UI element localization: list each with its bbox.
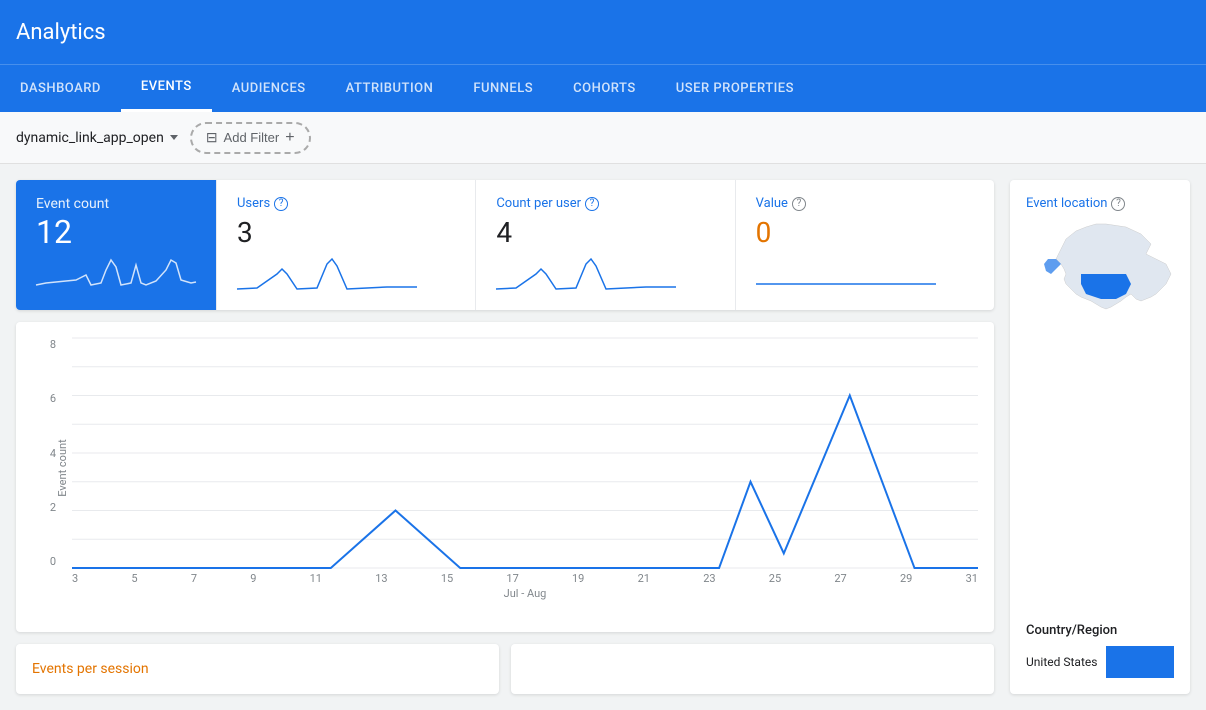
- x-label-7: 7: [191, 572, 197, 585]
- main-content: Event count 12 Users ? 3: [0, 164, 1206, 710]
- users-help-icon[interactable]: ?: [274, 197, 288, 211]
- x-label-19: 19: [572, 572, 584, 585]
- add-filter-label: Add Filter: [224, 130, 280, 145]
- stats-card: Event count 12 Users ? 3: [16, 180, 994, 310]
- event-count-value: 12: [36, 216, 196, 248]
- add-filter-button[interactable]: ⊟ Add Filter +: [190, 122, 311, 154]
- country-name-us: United States: [1026, 655, 1106, 669]
- nav-item-cohorts[interactable]: COHORTS: [553, 64, 656, 112]
- y-label-8: 8: [50, 338, 56, 351]
- filter-icon: ⊟: [206, 129, 218, 146]
- x-label-23: 23: [703, 572, 715, 585]
- x-axis-labels: 3 5 7 9 11 13 15 17 19 21 23 25 27 29: [72, 568, 978, 585]
- value-sparkline-svg: [756, 254, 936, 294]
- x-label-21: 21: [638, 572, 650, 585]
- x-label-31: 31: [966, 572, 978, 585]
- bottom-row: Events per session: [16, 644, 994, 694]
- event-location-title: Event location: [1026, 196, 1107, 211]
- x-label-27: 27: [834, 572, 846, 585]
- x-label-15: 15: [441, 572, 453, 585]
- map-area: [1026, 219, 1174, 615]
- x-label-25: 25: [769, 572, 781, 585]
- users-box: Users ? 3: [216, 180, 475, 310]
- nav-item-funnels[interactable]: FUNNELS: [453, 64, 553, 112]
- value-value: 0: [756, 216, 974, 249]
- nav-item-audiences[interactable]: AUDIENCES: [212, 64, 326, 112]
- y-axis: 8 6 4 2 0: [32, 338, 62, 568]
- events-per-session-label: Events per session: [32, 661, 149, 677]
- value-label: Value: [756, 196, 788, 211]
- event-count-sparkline: [36, 255, 196, 294]
- users-value: 3: [237, 216, 455, 249]
- count-per-user-sparkline-svg: [496, 254, 676, 294]
- users-label-row: Users ?: [237, 196, 455, 211]
- event-dropdown[interactable]: dynamic_link_app_open: [16, 130, 178, 146]
- count-per-user-help-icon[interactable]: ?: [585, 197, 599, 211]
- count-per-user-sparkline: [496, 254, 714, 294]
- events-per-session-card: Events per session: [16, 644, 499, 694]
- filter-bar: dynamic_link_app_open ⊟ Add Filter +: [0, 112, 1206, 164]
- count-per-user-label-row: Count per user ?: [496, 196, 714, 211]
- sparkline-svg: [36, 255, 196, 290]
- event-count-box: Event count 12: [16, 180, 216, 310]
- country-region-label: Country/Region: [1026, 623, 1174, 638]
- x-label-29: 29: [900, 572, 912, 585]
- app-title: Analytics: [16, 20, 106, 45]
- value-box: Value ? 0: [735, 180, 994, 310]
- y-label-0: 0: [50, 555, 56, 568]
- nav-item-events[interactable]: EVENTS: [121, 64, 212, 112]
- value-help-icon[interactable]: ?: [792, 197, 806, 211]
- right-panel: Event location ? Country/Region United S…: [1010, 180, 1190, 694]
- x-label-5: 5: [131, 572, 137, 585]
- event-dropdown-value: dynamic_link_app_open: [16, 130, 164, 146]
- x-label-3: 3: [72, 572, 78, 585]
- country-bar-row: United States: [1026, 646, 1174, 678]
- y-label-6: 6: [50, 392, 56, 405]
- x-label-13: 13: [375, 572, 387, 585]
- users-sparkline-svg: [237, 254, 417, 294]
- add-filter-plus-icon: +: [285, 129, 294, 147]
- event-count-label: Event count: [36, 196, 196, 212]
- value-sparkline: [756, 254, 974, 294]
- chart-area: [72, 338, 978, 568]
- count-per-user-label: Count per user: [496, 196, 581, 211]
- y-label-2: 2: [50, 501, 56, 514]
- chart-wrapper: Event count 8 6 4 2 0: [32, 338, 978, 598]
- dropdown-arrow-icon: [170, 135, 178, 140]
- nav-item-user-properties[interactable]: USER PROPERTIES: [656, 64, 814, 112]
- main-nav: DASHBOARD EVENTS AUDIENCES ATTRIBUTION F…: [0, 64, 1206, 112]
- nav-item-dashboard[interactable]: DASHBOARD: [0, 64, 121, 112]
- count-per-user-box: Count per user ? 4: [475, 180, 734, 310]
- event-location-help-icon[interactable]: ?: [1111, 197, 1125, 211]
- bottom-card-2: [511, 644, 994, 694]
- chart-card: Event count 8 6 4 2 0: [16, 322, 994, 632]
- count-per-user-value: 4: [496, 216, 714, 249]
- app-header: Analytics: [0, 0, 1206, 64]
- event-location-title-row: Event location ?: [1026, 196, 1174, 211]
- map-svg: [1026, 219, 1174, 339]
- x-label-9: 9: [250, 572, 256, 585]
- users-sparkline: [237, 254, 455, 294]
- x-label-17: 17: [506, 572, 518, 585]
- stats-row: Event count 12 Users ? 3: [16, 180, 994, 310]
- users-label: Users: [237, 196, 270, 211]
- value-label-row: Value ?: [756, 196, 974, 211]
- y-label-4: 4: [50, 447, 56, 460]
- us-bar: [1106, 646, 1174, 678]
- x-axis: 3 5 7 9 11 13 15 17 19 21 23 25 27 29: [72, 568, 978, 598]
- nav-item-attribution[interactable]: ATTRIBUTION: [326, 64, 454, 112]
- chart-svg: [72, 338, 978, 568]
- x-label-11: 11: [310, 572, 322, 585]
- x-axis-title: Jul - Aug: [72, 587, 978, 600]
- left-panel: Event count 12 Users ? 3: [16, 180, 994, 694]
